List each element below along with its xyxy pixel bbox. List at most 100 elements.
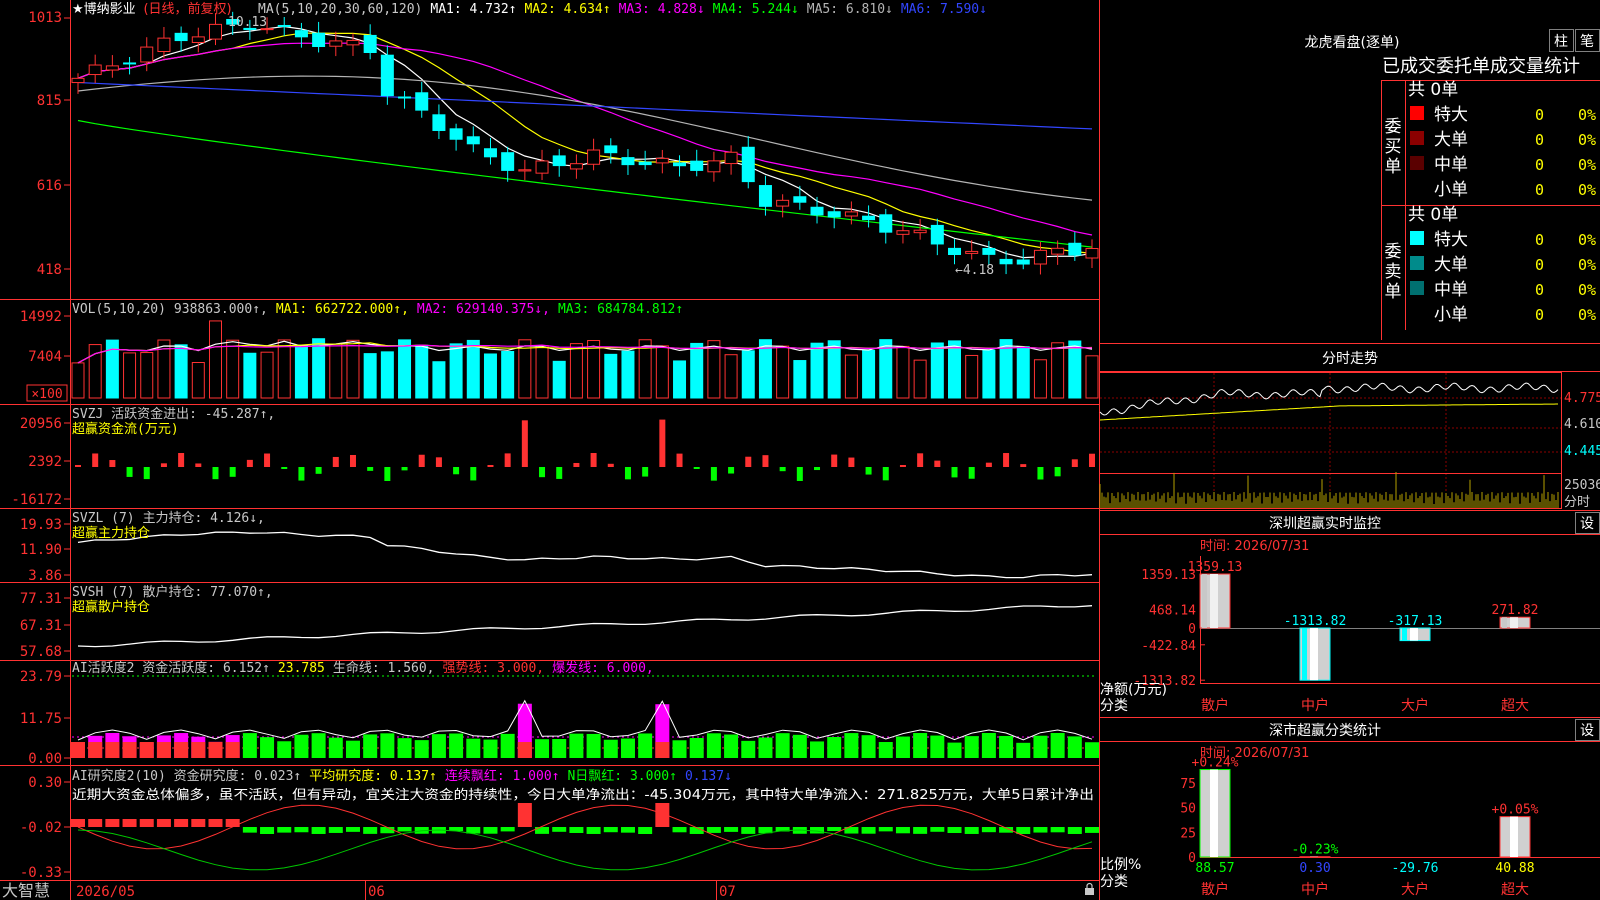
- research-bar: [861, 827, 876, 834]
- activity-bar-base: [517, 742, 532, 758]
- order-color-swatch: [1410, 281, 1424, 295]
- volume-bar: [741, 350, 755, 399]
- price-tick-616: 616: [37, 178, 62, 194]
- flow-bar: [195, 463, 202, 467]
- activity-line: [77, 699, 1093, 741]
- ai-tick-2: 11.75: [20, 711, 62, 727]
- volume-bar: [191, 362, 205, 399]
- flow-bar: [1020, 464, 1027, 467]
- intraday-avg-line: [1099, 403, 1558, 421]
- sz-class-xlabel: 分类: [1100, 874, 1128, 890]
- flow-bar: [418, 454, 425, 467]
- intraday-price-line: [1099, 382, 1559, 416]
- order-size-label: 中单: [1434, 155, 1468, 175]
- volume-bar: [673, 360, 687, 399]
- sz-monitor-time: 时间: 2026/07/31: [1200, 539, 1309, 554]
- activity-bar: [706, 733, 721, 758]
- stock-title[interactable]: ★博纳影业: [72, 2, 136, 17]
- legend-item: MA1: 662722.000↑,: [276, 302, 409, 317]
- order-pct: 0%: [1578, 181, 1596, 199]
- order-side-char: 单: [1385, 157, 1402, 177]
- order-color-swatch: [1410, 256, 1424, 270]
- candle-body: [913, 229, 927, 234]
- volume-bar: [329, 343, 343, 399]
- volume-bar: [432, 361, 446, 399]
- flow-bar: [178, 453, 185, 467]
- volume-bar: [896, 345, 910, 399]
- candle-body: [587, 149, 601, 165]
- flow-bar: [1003, 453, 1010, 467]
- volume-bar: [690, 342, 704, 399]
- sz-monitor-category: 超大: [1501, 698, 1529, 714]
- research-bar: [174, 819, 189, 827]
- svzj-sub: 超赢资金流(万元): [72, 421, 179, 437]
- candle-body: [380, 54, 394, 97]
- research-bar: [827, 827, 842, 832]
- candle-body: [776, 199, 790, 207]
- intraday-tick-2: 4.610: [1564, 417, 1600, 432]
- legend-item: VOL(5,10,20): [72, 302, 166, 317]
- activity-bar-base: [88, 742, 103, 758]
- activity-bar: [981, 733, 996, 758]
- activity-bar: [242, 733, 257, 758]
- order-pct: 0%: [1578, 106, 1596, 124]
- candle-body: [191, 36, 205, 44]
- flow-bar: [899, 465, 906, 467]
- research-bar: [88, 819, 103, 827]
- research-bar: [741, 827, 756, 834]
- activity-bar: [345, 740, 360, 758]
- activity-bar: [603, 739, 618, 758]
- volume-bar: [604, 353, 618, 399]
- legend-item: MA4: 5.244↓: [713, 2, 799, 17]
- volume-bar: [535, 345, 549, 399]
- order-total: 共 0单: [1408, 80, 1458, 100]
- period-label[interactable]: (日线，前复权): [143, 1, 231, 17]
- fund-flow-bars: [75, 419, 1095, 481]
- order-pct: 0%: [1578, 231, 1596, 249]
- sz-monitor-bar-edge: [1402, 628, 1407, 641]
- volume-bar: [140, 352, 154, 399]
- intraday-panel[interactable]: 分时走势 4.775 4.610 4.445 25036 分时: [1099, 351, 1600, 510]
- lock-icon[interactable]: [1085, 882, 1094, 896]
- volume-legend: VOL(5,10,20) 938863.000↑, MA1: 662722.000↑…: [72, 302, 683, 317]
- legend-item: 爆发线: 6.000,: [552, 660, 654, 676]
- research-bar: [981, 827, 996, 833]
- volume-bar: [1051, 342, 1065, 399]
- research-bar: [947, 827, 962, 834]
- flow-bar: [92, 453, 99, 467]
- volume-bar: [621, 350, 635, 399]
- sz-monitor-value: 271.82: [1492, 603, 1539, 618]
- legend-item: MA2: 4.634↑: [524, 2, 610, 17]
- sz-monitor-panel: 深圳超赢实时监控 设 时间: 2026/07/31 1359.13 468.14 0…: [1099, 510, 1600, 714]
- flow-bar: [1037, 467, 1044, 480]
- volume-bar: [707, 340, 721, 399]
- date-label-jun: 06: [368, 884, 385, 900]
- sz-monitor-bar-shine: [1210, 574, 1218, 628]
- candle-body: [793, 196, 807, 203]
- activity-bar-base: [191, 742, 206, 758]
- svzj-tick-1: 20956: [20, 416, 62, 432]
- order-size-label: 中单: [1434, 280, 1468, 300]
- candle-body: [105, 65, 119, 71]
- activity-bar: [397, 738, 412, 758]
- dragon-tiger-panel: 龙虎看盘(逐单) 柱 笔 已成交委托单成交量统计 共 0单委买单特大 0 0%大单 0…: [1099, 29, 1600, 344]
- sz-class-categories: 散户 中户 大户 超大: [1201, 881, 1529, 898]
- brand-label[interactable]: 大智慧: [2, 881, 50, 900]
- activity-bar: [827, 737, 842, 758]
- flow-bar: [814, 467, 821, 471]
- candle-body: [157, 37, 171, 53]
- volume-bar: [449, 343, 463, 399]
- candle-body: [1016, 259, 1030, 265]
- activity-bar: [1033, 735, 1048, 758]
- volume-bar: [552, 360, 566, 399]
- legend-item: 23.785: [278, 661, 325, 676]
- flow-bar: [264, 453, 271, 467]
- activity-bar-base: [655, 742, 670, 758]
- flow-bar: [504, 453, 511, 467]
- research-bar: [311, 827, 326, 834]
- candle-body: [140, 46, 154, 63]
- buy-order-table: 共 0单委买单 特大 0 0% 大单 0 0% 中单 0 0% 小单 0 0%: [1385, 80, 1597, 200]
- intraday-vol-label: 25036: [1564, 478, 1600, 493]
- activity-bar: [947, 742, 962, 758]
- activity-bar: [431, 734, 446, 758]
